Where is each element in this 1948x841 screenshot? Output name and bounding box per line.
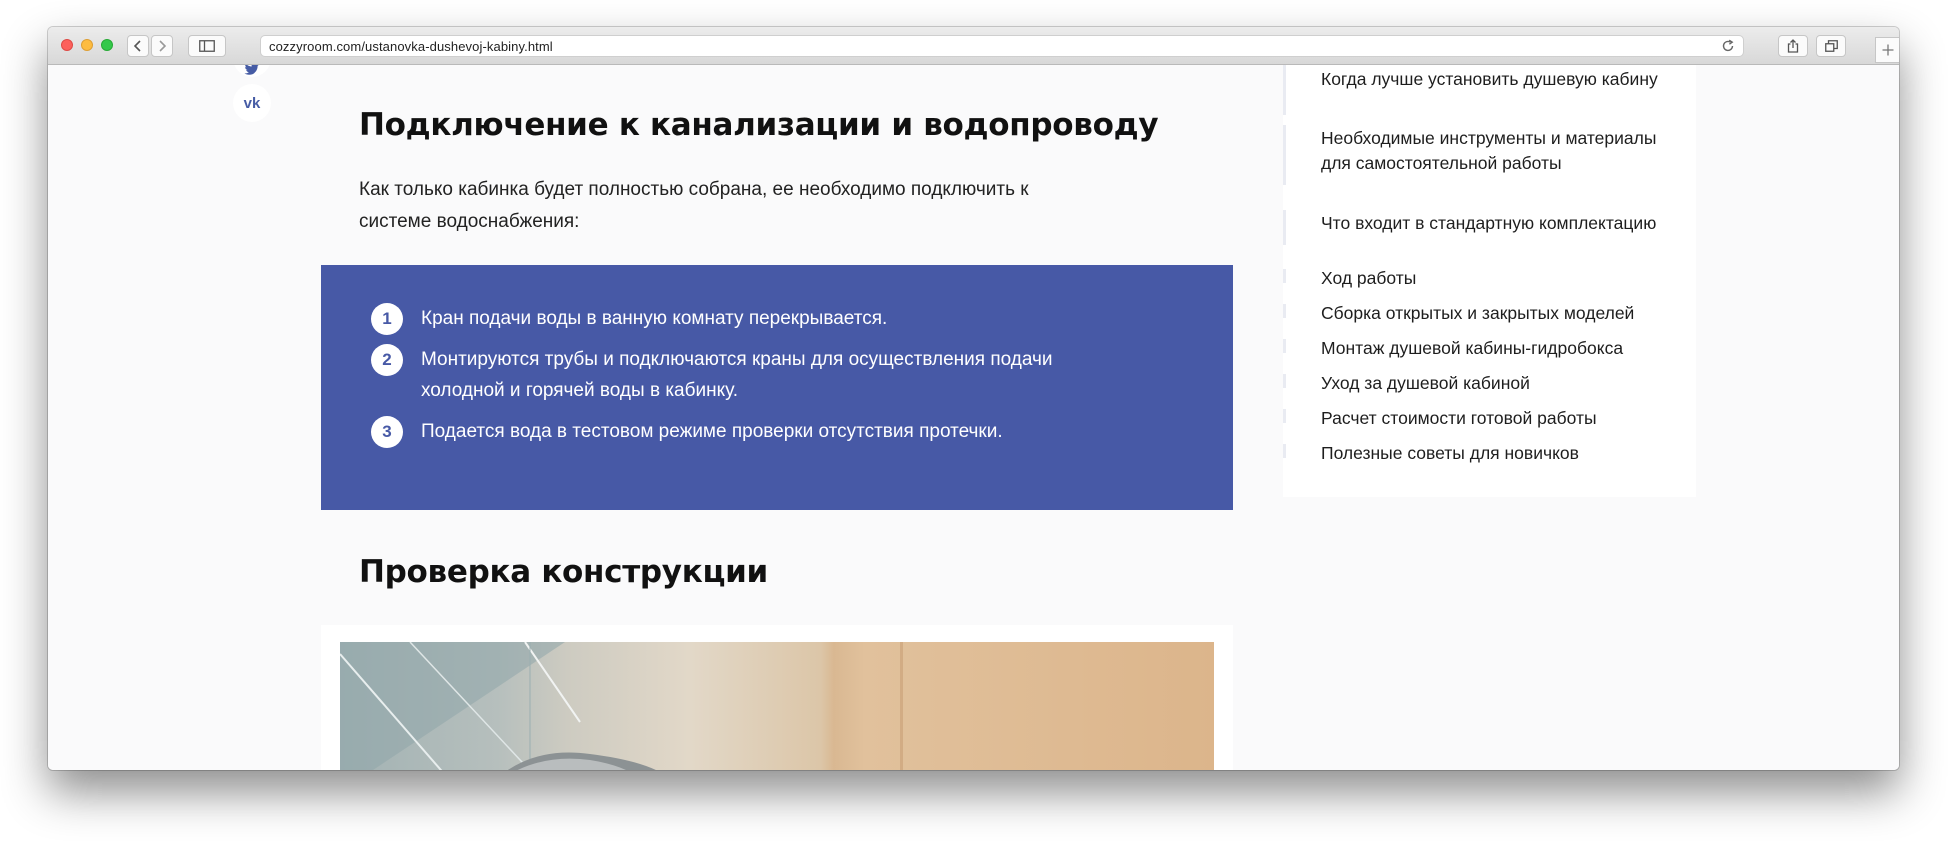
new-tab-icon bbox=[1882, 44, 1893, 56]
address-bar[interactable]: cozzyroom.com/ustanovka-dushevoj-kabiny.… bbox=[260, 35, 1744, 57]
step-text: Подается вода в тестовом режиме проверки… bbox=[421, 421, 1003, 442]
reload-icon[interactable] bbox=[1721, 39, 1735, 53]
share-vk-button[interactable]: vk bbox=[233, 84, 271, 122]
tabs-overview-button[interactable] bbox=[1816, 35, 1846, 57]
share-twitter-button[interactable] bbox=[233, 65, 271, 77]
photo-shapes bbox=[340, 642, 903, 770]
steps-block: 1 Кран подачи воды в ванную комнату пере… bbox=[321, 265, 1233, 510]
back-icon bbox=[133, 40, 141, 52]
list-item: 2 Монтируются трубы и подключаются краны… bbox=[371, 344, 1121, 406]
toc-marker bbox=[1283, 269, 1286, 283]
toc-item[interactable]: Ход работы bbox=[1321, 266, 1661, 291]
new-tab-button[interactable] bbox=[1875, 37, 1899, 63]
minimize-window-button[interactable] bbox=[81, 39, 93, 51]
section-heading-check: Проверка конструкции bbox=[359, 554, 768, 590]
toc-marker bbox=[1283, 444, 1286, 458]
toc-item[interactable]: Когда лучше установить душевую кабину bbox=[1321, 67, 1661, 92]
step-number: 1 bbox=[371, 303, 403, 335]
forward-icon bbox=[159, 40, 167, 52]
zoom-window-button[interactable] bbox=[101, 39, 113, 51]
toc-marker bbox=[1283, 374, 1286, 388]
close-window-button[interactable] bbox=[61, 39, 73, 51]
browser-toolbar: cozzyroom.com/ustanovka-dushevoj-kabiny.… bbox=[48, 27, 1899, 65]
shower-cabin-photo bbox=[340, 642, 1214, 770]
toc-marker bbox=[1283, 210, 1286, 245]
toc-item[interactable]: Сборка открытых и закрытых моделей bbox=[1321, 301, 1661, 326]
toc-item[interactable]: Необходимые инструменты и материалы для … bbox=[1321, 126, 1661, 176]
page-content: vk Подключение к канализации и водопрово… bbox=[48, 65, 1899, 770]
sidebar-toggle-button[interactable] bbox=[188, 35, 226, 57]
section-paragraph: Как только кабинка будет полностью собра… bbox=[359, 179, 1029, 232]
tabs-icon bbox=[1824, 40, 1838, 52]
list-item: 1 Кран подачи воды в ванную комнату пере… bbox=[371, 303, 1121, 335]
back-button[interactable] bbox=[127, 35, 149, 57]
toc-item[interactable]: Что входит в стандартную комплектацию bbox=[1321, 211, 1661, 236]
forward-button[interactable] bbox=[151, 35, 173, 57]
list-item: 3 Подается вода в тестовом режиме провер… bbox=[371, 416, 1121, 448]
toc-marker bbox=[1283, 125, 1286, 185]
url-text: cozzyroom.com/ustanovka-dushevoj-kabiny.… bbox=[269, 39, 553, 54]
share-button[interactable] bbox=[1778, 35, 1808, 57]
toc-item[interactable]: Монтаж душевой кабины-гидробокса bbox=[1321, 336, 1661, 361]
toc-panel: Когда лучше установить душевую кабину Не… bbox=[1283, 65, 1696, 497]
vk-icon: vk bbox=[243, 94, 261, 112]
section-heading-connection: Подключение к канализации и водопроводу bbox=[359, 107, 1159, 143]
toc-marker bbox=[1283, 65, 1286, 115]
sidebar-icon bbox=[199, 40, 215, 52]
toc-marker bbox=[1283, 409, 1286, 423]
browser-window: cozzyroom.com/ustanovka-dushevoj-kabiny.… bbox=[48, 27, 1899, 770]
toc-marker bbox=[1283, 339, 1286, 353]
toc-item[interactable]: Расчет стоимости готовой работы bbox=[1321, 406, 1661, 431]
step-number: 2 bbox=[371, 344, 403, 376]
toc-item[interactable]: Уход за душевой кабиной bbox=[1321, 371, 1661, 396]
step-text: Монтируются трубы и подключаются краны д… bbox=[421, 349, 1053, 401]
toc-marker bbox=[1283, 304, 1286, 318]
step-text: Кран подачи воды в ванную комнату перекр… bbox=[421, 308, 888, 329]
article-figure bbox=[321, 625, 1233, 770]
step-number: 3 bbox=[371, 416, 403, 448]
share-icon bbox=[1787, 39, 1799, 53]
twitter-icon bbox=[244, 65, 259, 75]
toc-item[interactable]: Полезные советы для новичков bbox=[1321, 441, 1661, 466]
